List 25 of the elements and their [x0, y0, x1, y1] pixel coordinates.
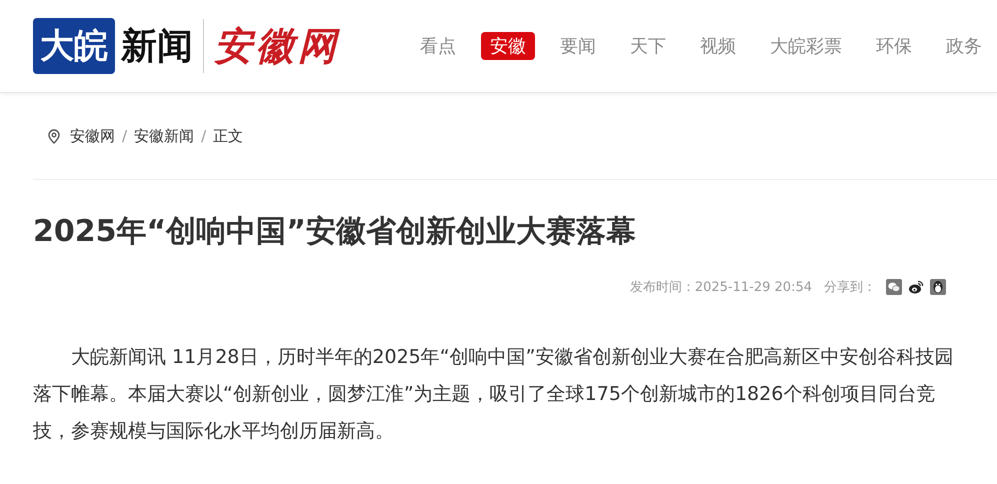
nav-tab[interactable]: 环保 — [867, 32, 921, 60]
breadcrumb-link[interactable]: 安徽网 — [70, 126, 115, 146]
breadcrumb-link[interactable]: 安徽新闻 — [134, 126, 194, 146]
nav-tab[interactable]: 政务 — [937, 32, 991, 60]
publish-time: 2025-11-29 20:54 — [694, 280, 812, 294]
nav-tab[interactable]: 天下 — [621, 32, 675, 60]
location-pin-icon — [48, 128, 60, 144]
weibo-share-icon[interactable] — [908, 279, 924, 295]
breadcrumb-separator: / — [201, 127, 206, 145]
wechat-share-icon[interactable] — [886, 279, 902, 295]
logo-brand-box[interactable]: 大皖 — [33, 18, 115, 74]
article-title: 2025年“创响中国”安徽省创新创业大赛落幕 — [33, 213, 637, 251]
breadcrumb-separator: / — [122, 127, 128, 145]
breadcrumb-current: 正文 — [213, 126, 244, 146]
logo-brand-text[interactable]: 新闻 — [121, 22, 193, 70]
penguin-share-icon[interactable] — [930, 279, 946, 295]
nav-tab[interactable]: 大皖彩票 — [761, 32, 851, 60]
share-label: 分享到： — [824, 279, 876, 296]
article-paragraph: 大皖新闻讯 11月28日，历时半年的2025年“创响中国”安徽省创新创业大赛在合肥高新区中安创谷科技园落下帷幕。本届大赛以“创新创业，圆梦江淮”为主题，吸引了全球175个创新城市的1826个科创项目同台竞技，参赛规模与国际化水平均创历届新高。 — [33, 345, 954, 444]
nav-tab[interactable]: 安徽 — [481, 32, 535, 60]
nav-tab[interactable]: 视频 — [691, 32, 745, 60]
nav-tab[interactable]: 要闻 — [551, 32, 605, 60]
logo-site-name[interactable]: 安徽网 — [214, 20, 340, 72]
publish-label: 发布时间： — [630, 279, 695, 296]
nav-tab[interactable]: 看点 — [411, 32, 465, 60]
